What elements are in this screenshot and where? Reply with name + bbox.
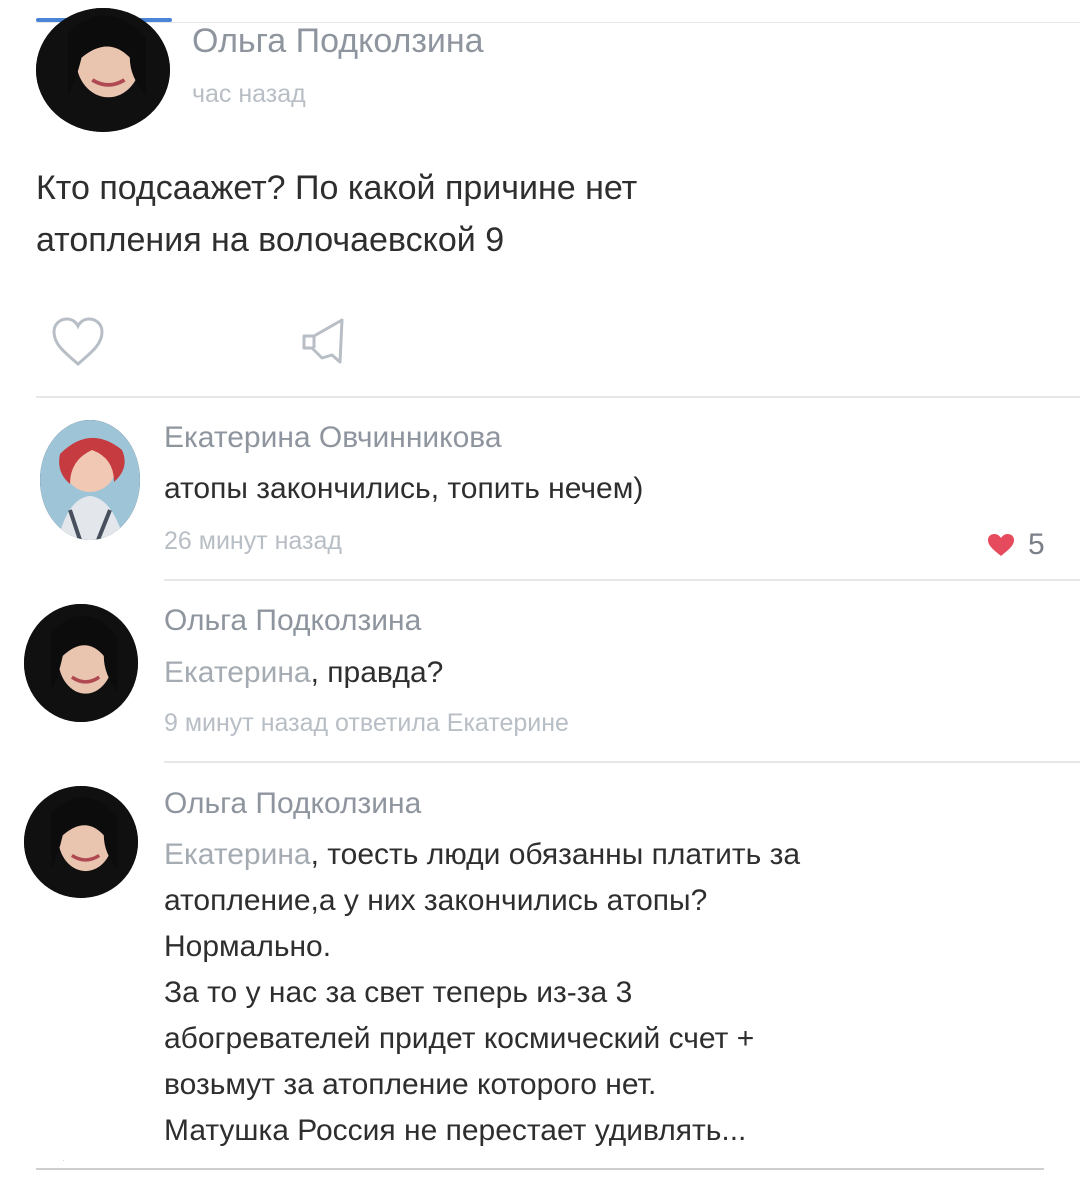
- comment-3-line-3: Нормально.: [164, 930, 332, 963]
- comment-3-line-1-rest: , тоесть люди обязанны платить за: [310, 838, 801, 871]
- comment-1-text: атопы закончились, топить нечем): [164, 472, 644, 505]
- comment-2-avatar[interactable]: [24, 604, 138, 722]
- avatar-illustration: [40, 420, 140, 540]
- comment-3-line-6: возьмут за атопление которого нет.: [164, 1068, 657, 1101]
- comment-2-body: , правда?: [310, 656, 444, 689]
- bottom-divider: [36, 1168, 1044, 1170]
- watermark-text-blur: ·: [62, 1155, 67, 1166]
- comment-1-author[interactable]: Екатерина Овчинникова: [164, 421, 502, 455]
- avatar-portrait: [24, 786, 138, 898]
- avatar-portrait: [36, 8, 170, 132]
- comment-1-like-count: 5: [1028, 528, 1045, 561]
- comment-2-author[interactable]: Ольга Подколзина: [164, 604, 421, 638]
- comment-3-line-4: За то у нас за свет теперь из-за 3: [164, 976, 633, 1009]
- comment-2-time: 9 минут назад ответила Екатерине: [164, 709, 569, 737]
- post-time: час назад: [192, 80, 306, 108]
- post-text-line-1: Кто подсаажет? По какой причине нет: [36, 169, 638, 207]
- comment-3-line-2: атопление,а у них закончились атопы?: [164, 884, 708, 917]
- comment-3-line-7: Матушка Россия не перестает удивлять...: [164, 1114, 747, 1147]
- comment-2-text: Екатерина, правда?: [164, 656, 443, 690]
- post-text-line-2: атопления на волочаевской 9: [36, 221, 505, 259]
- comment-1-like-badge[interactable]: 5: [986, 528, 1045, 562]
- comment-2-mention[interactable]: Екатерина: [164, 656, 311, 689]
- like-button[interactable]: [46, 314, 110, 370]
- comment-3-line-5: абогревателей придет космический счет +: [164, 1022, 755, 1055]
- section-divider: [36, 396, 1080, 398]
- comment-3-line-1: Екатерина, тоесть люди обязанны платить …: [164, 838, 800, 872]
- comment-3-author[interactable]: Ольга Подколзина: [164, 787, 421, 821]
- comment-divider: [164, 579, 1080, 581]
- heart-filled-icon: [988, 534, 1014, 556]
- comment-1-avatar[interactable]: [40, 420, 140, 540]
- comment-3-mention[interactable]: Екатерина: [164, 838, 311, 871]
- heart-outline-icon: [52, 317, 104, 366]
- megaphone-icon: [302, 318, 344, 364]
- comment-1-time: 26 минут назад: [164, 527, 342, 555]
- post-author-avatar[interactable]: [36, 8, 170, 132]
- share-button[interactable]: [292, 312, 356, 368]
- post-author-name[interactable]: Ольга Подколзина: [192, 22, 484, 61]
- comment-divider: [164, 761, 1080, 763]
- comment-3-avatar[interactable]: [24, 786, 138, 898]
- avatar-portrait: [24, 604, 138, 722]
